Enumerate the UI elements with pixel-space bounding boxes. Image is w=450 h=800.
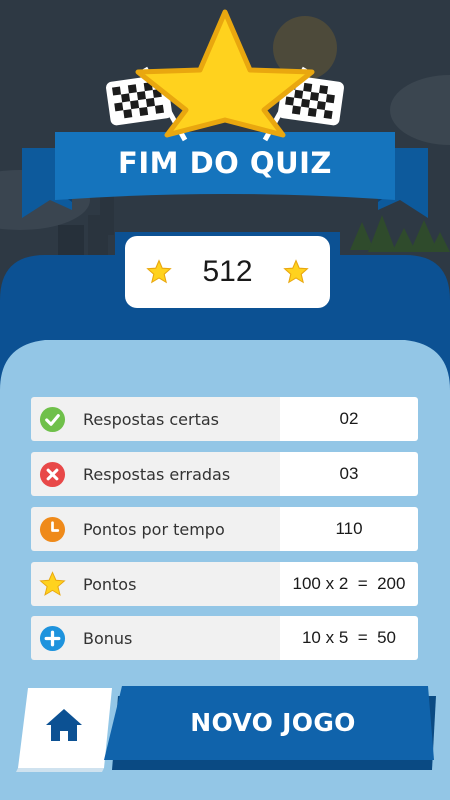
star-icon (146, 259, 173, 284)
wrong-icon (39, 461, 66, 487)
check-icon (39, 406, 66, 432)
star-icon (282, 259, 309, 284)
stat-label: Pontos por tempo (83, 519, 225, 539)
stat-row-correct: Respostas certas 02 (31, 397, 418, 441)
stat-row-bonus: Bonus 10 x 5 = 50 (31, 616, 418, 660)
clock-icon (39, 516, 66, 542)
stat-label: Pontos (83, 574, 137, 594)
stat-value: 10 x 5 = 50 (280, 616, 418, 660)
score-value: 512 (202, 255, 253, 288)
stat-value: 100 x 2 = 200 (280, 562, 418, 606)
star-icon (39, 570, 66, 596)
score-box: 512 (125, 236, 330, 308)
stat-label: Respostas erradas (83, 464, 231, 484)
stat-row-points: Pontos 100 x 2 = 200 (31, 562, 418, 606)
header-art (22, 9, 428, 218)
stat-value: 110 (280, 507, 418, 551)
stat-row-wrong: Respostas erradas 03 (31, 452, 418, 496)
stat-label: Respostas certas (83, 409, 219, 429)
stat-label: Bonus (83, 628, 133, 648)
new-game-label[interactable]: NOVO JOGO (118, 708, 428, 737)
page-title: FIM DO QUIZ (118, 146, 332, 180)
stat-value: 03 (280, 452, 418, 496)
home-icon[interactable] (45, 707, 83, 743)
stat-value: 02 (280, 397, 418, 441)
plus-icon (39, 625, 66, 651)
stat-row-time: Pontos por tempo 110 (31, 507, 418, 551)
